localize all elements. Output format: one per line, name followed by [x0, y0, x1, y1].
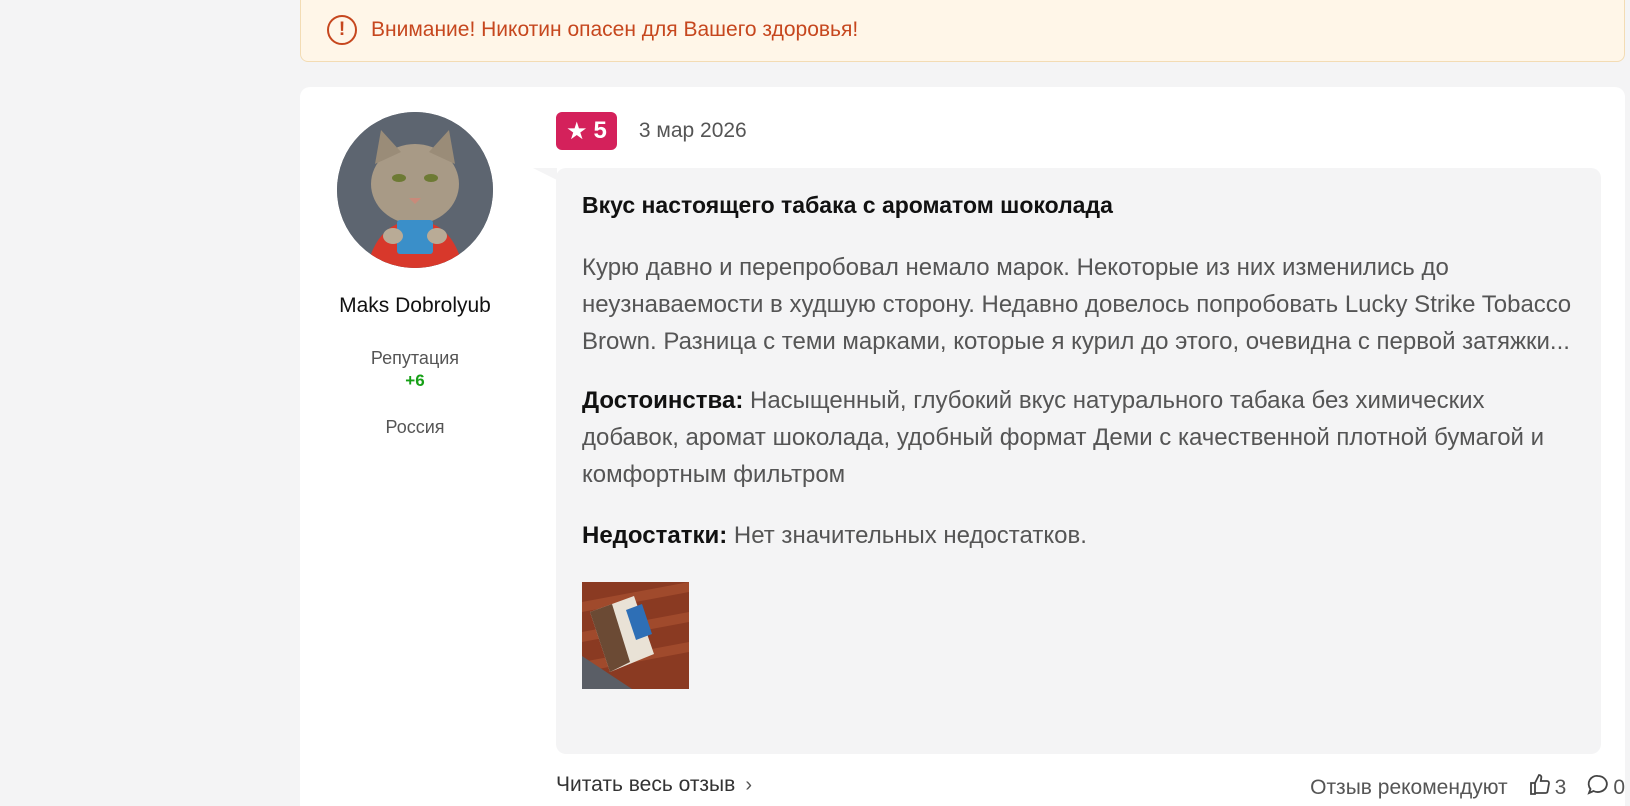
cons-label: Недостатки:	[582, 522, 728, 549]
review-content: Вкус настоящего табака с ароматом шокола…	[556, 168, 1601, 754]
review-cons: Недостатки: Нет значительных недостатков…	[582, 517, 1575, 554]
comments-count: 0	[1613, 776, 1625, 799]
cigarette-pack-photo	[582, 582, 689, 689]
reputation-label: Репутация	[370, 348, 460, 368]
health-warning-banner: ! Внимание! Никотин опасен для Вашего зд…	[300, 0, 1625, 62]
exclamation-circle-icon: !	[327, 15, 357, 45]
thumbs-up-icon[interactable]	[1528, 773, 1552, 803]
author-panel: Maks Dobrolyub Репутация +6 Россия	[300, 87, 530, 438]
review-card: Maks Dobrolyub Репутация +6 Россия ★ 5 3…	[300, 87, 1625, 806]
avatar-cat-image	[337, 112, 493, 268]
warning-text: Внимание! Никотин опасен для Вашего здор…	[371, 18, 859, 41]
read-more-label: Читать весь отзыв	[556, 773, 736, 796]
bubble-tail	[533, 168, 557, 180]
likes-count: 3	[1554, 776, 1567, 799]
chevron-right-icon: ›	[745, 773, 752, 796]
review-actions: Отзыв рекомендуют 3 0	[1245, 773, 1625, 803]
review-date: 3 мар 2026	[638, 119, 747, 142]
comment-icon[interactable]	[1586, 773, 1610, 803]
review-pros: Достоинства: Насыщенный, глубокий вкус н…	[582, 382, 1575, 493]
cons-text: Нет значительных недостатков.	[733, 522, 1087, 549]
reputation-value: +6	[405, 371, 425, 390]
review-photo-thumbnail[interactable]	[582, 582, 689, 689]
rating-badge: ★ 5	[556, 112, 617, 150]
rating-value: 5	[593, 117, 607, 144]
review-meta: ★ 5 3 мар 2026	[556, 112, 747, 150]
review-title[interactable]: Вкус настоящего табака с ароматом шокола…	[582, 192, 1575, 219]
avatar[interactable]	[337, 112, 493, 268]
recommend-label: Отзыв рекомендуют	[1310, 776, 1508, 799]
star-icon: ★	[566, 117, 588, 145]
review-body: Курю давно и перепробовал немало марок. …	[582, 254, 1572, 355]
author-country: Россия	[385, 417, 445, 437]
read-full-review-link[interactable]: Читать весь отзыв ›	[556, 773, 752, 797]
author-name[interactable]: Maks Dobrolyub	[339, 294, 491, 318]
pros-label: Достоинства:	[582, 387, 744, 414]
